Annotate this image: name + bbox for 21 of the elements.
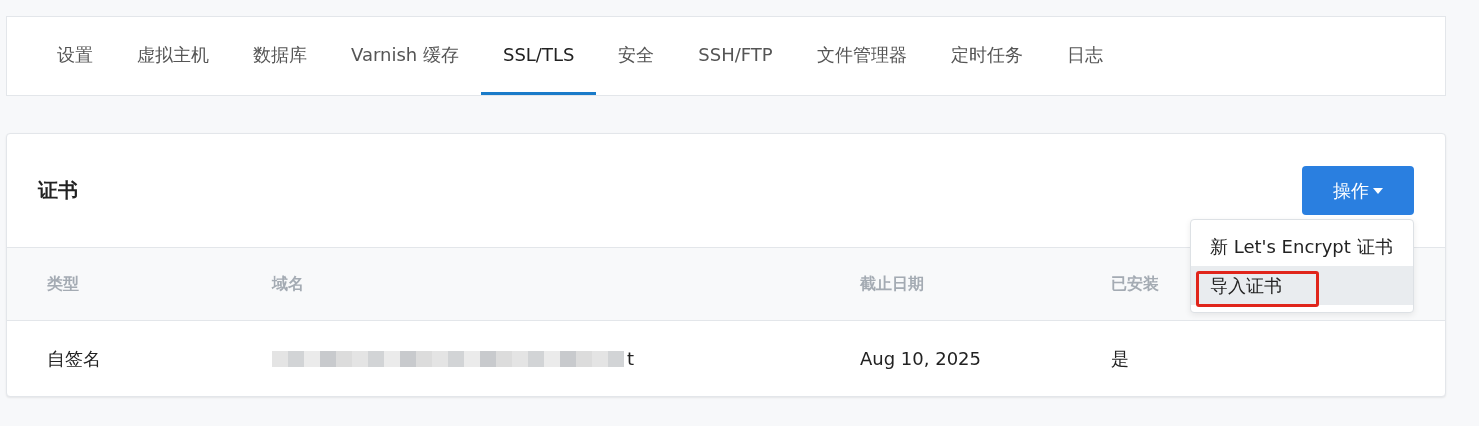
card-title: 证书 (38, 177, 78, 204)
column-header: 截止日期 (860, 248, 1111, 321)
menu-item[interactable]: 导入证书 (1191, 266, 1413, 305)
tab[interactable]: 定时任务 (928, 17, 1045, 95)
caret-icon (1373, 187, 1383, 194)
table-cell-text: 自签名 (47, 346, 102, 371)
table-cell-text: 是 (1111, 346, 1130, 371)
tab[interactable]: 日志 (1044, 17, 1125, 95)
tab[interactable]: 安全 (596, 17, 677, 95)
table-cell-text: Aug 10, 2025 (860, 347, 983, 371)
tab[interactable]: 文件管理器 (794, 17, 929, 95)
tab[interactable]: 虚拟主机 (115, 17, 231, 95)
table-cell: t (627, 348, 635, 369)
tab[interactable]: SSH/FTP (676, 17, 795, 95)
actions-button[interactable]: 操作 (1302, 166, 1414, 215)
tab[interactable]: SSL/TLS (480, 17, 597, 95)
column-header: 类型 (7, 248, 272, 321)
tab[interactable]: 设置 (35, 17, 115, 95)
column-header: 域名 (272, 248, 860, 321)
tab[interactable]: 数据库 (231, 17, 329, 95)
tab[interactable]: Varnish 缓存 (329, 17, 481, 95)
